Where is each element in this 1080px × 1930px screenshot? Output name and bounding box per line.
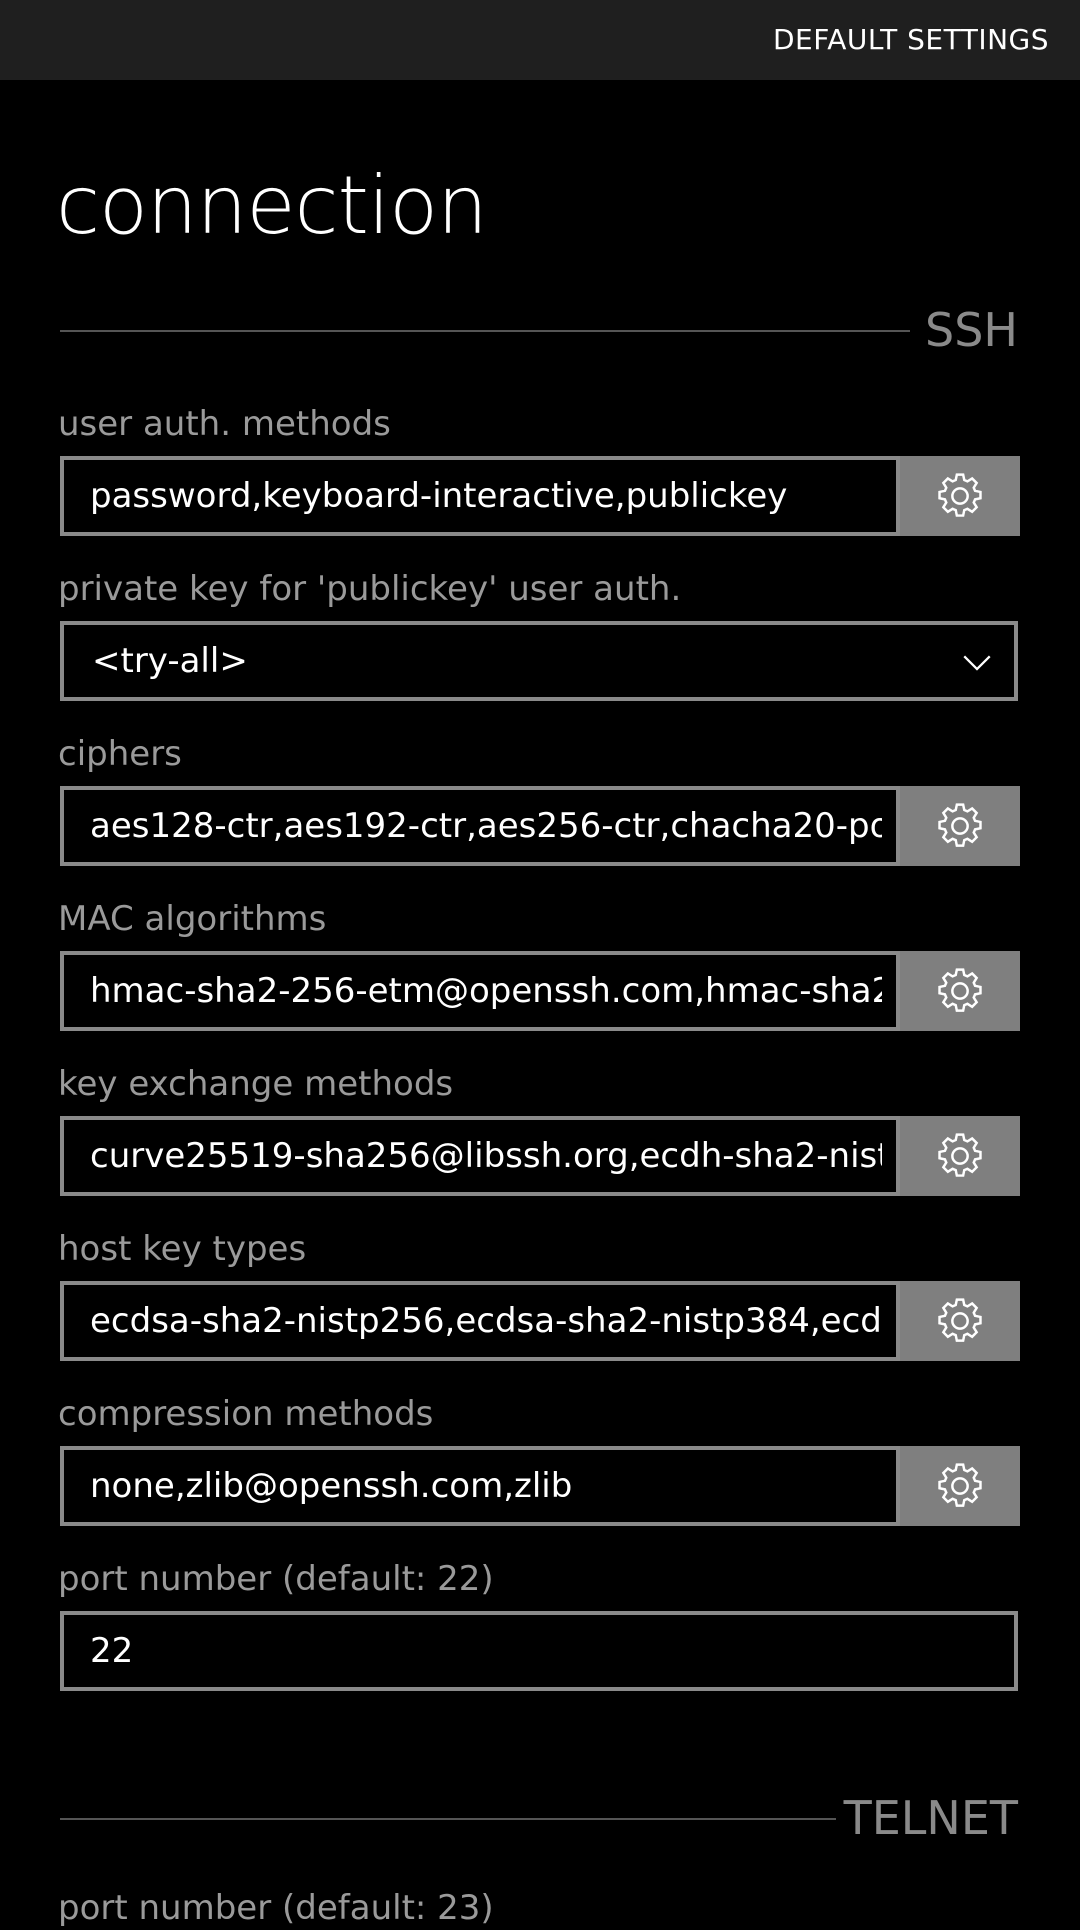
compression-methods-field[interactable]: none,zlib@openssh.com,zlib bbox=[60, 1446, 900, 1526]
key-exchange-value: curve25519-sha256@libssh.org,ecdh-sha2-n… bbox=[90, 1136, 882, 1176]
gear-icon bbox=[938, 803, 982, 847]
compression-methods-settings-button[interactable] bbox=[900, 1446, 1020, 1526]
section-divider bbox=[60, 330, 910, 332]
ciphers-value: aes128-ctr,aes192-ctr,aes256-ctr,chacha2… bbox=[90, 806, 882, 846]
user-auth-methods-value: password,keyboard-interactive,publickey bbox=[90, 476, 788, 516]
gear-icon bbox=[938, 1133, 982, 1177]
section-header-ssh: SSH bbox=[60, 300, 1018, 360]
host-key-types-settings-button[interactable] bbox=[900, 1281, 1020, 1361]
mac-algorithms-label: MAC algorithms bbox=[58, 899, 327, 939]
telnet-port-label: port number (default: 23) bbox=[58, 1888, 494, 1928]
ssh-port-label: port number (default: 22) bbox=[58, 1559, 494, 1599]
key-exchange-label: key exchange methods bbox=[58, 1064, 454, 1104]
gear-icon bbox=[938, 1298, 982, 1342]
key-exchange-settings-button[interactable] bbox=[900, 1116, 1020, 1196]
host-key-types-field[interactable]: ecdsa-sha2-nistp256,ecdsa-sha2-nistp384,… bbox=[60, 1281, 900, 1361]
gear-icon bbox=[938, 968, 982, 1012]
compression-methods-label: compression methods bbox=[58, 1394, 434, 1434]
user-auth-methods-field[interactable]: password,keyboard-interactive,publickey bbox=[60, 456, 900, 536]
default-settings-button[interactable]: DEFAULT SETTINGS bbox=[773, 21, 1049, 59]
host-key-types-label: host key types bbox=[58, 1229, 307, 1269]
section-divider bbox=[60, 1818, 836, 1820]
compression-methods-value: none,zlib@openssh.com,zlib bbox=[90, 1466, 573, 1506]
ciphers-settings-button[interactable] bbox=[900, 786, 1020, 866]
mac-algorithms-field[interactable]: hmac-sha2-256-etm@openssh.com,hmac-sha2- bbox=[60, 951, 900, 1031]
section-header-telnet: TELNET bbox=[60, 1788, 1018, 1848]
user-auth-methods-settings-button[interactable] bbox=[900, 456, 1020, 536]
ssh-port-field[interactable]: 22 bbox=[60, 1611, 1018, 1691]
gear-icon bbox=[938, 1463, 982, 1507]
section-title-telnet: TELNET bbox=[843, 1791, 1018, 1845]
private-key-dropdown[interactable]: <try-all> bbox=[60, 621, 1018, 701]
top-app-bar: DEFAULT SETTINGS bbox=[0, 0, 1080, 80]
chevron-down-icon bbox=[963, 655, 991, 671]
private-key-label: private key for 'publickey' user auth. bbox=[58, 569, 682, 609]
page-title: connection bbox=[56, 159, 488, 252]
gear-icon bbox=[938, 473, 982, 517]
key-exchange-field[interactable]: curve25519-sha256@libssh.org,ecdh-sha2-n… bbox=[60, 1116, 900, 1196]
ciphers-label: ciphers bbox=[58, 734, 182, 774]
host-key-types-value: ecdsa-sha2-nistp256,ecdsa-sha2-nistp384,… bbox=[90, 1301, 882, 1341]
mac-algorithms-value: hmac-sha2-256-etm@openssh.com,hmac-sha2- bbox=[90, 971, 882, 1011]
ssh-port-value: 22 bbox=[90, 1631, 134, 1671]
mac-algorithms-settings-button[interactable] bbox=[900, 951, 1020, 1031]
ciphers-field[interactable]: aes128-ctr,aes192-ctr,aes256-ctr,chacha2… bbox=[60, 786, 900, 866]
private-key-selected-value: <try-all> bbox=[92, 641, 248, 681]
user-auth-methods-label: user auth. methods bbox=[58, 404, 391, 444]
section-title-ssh: SSH bbox=[925, 303, 1018, 357]
